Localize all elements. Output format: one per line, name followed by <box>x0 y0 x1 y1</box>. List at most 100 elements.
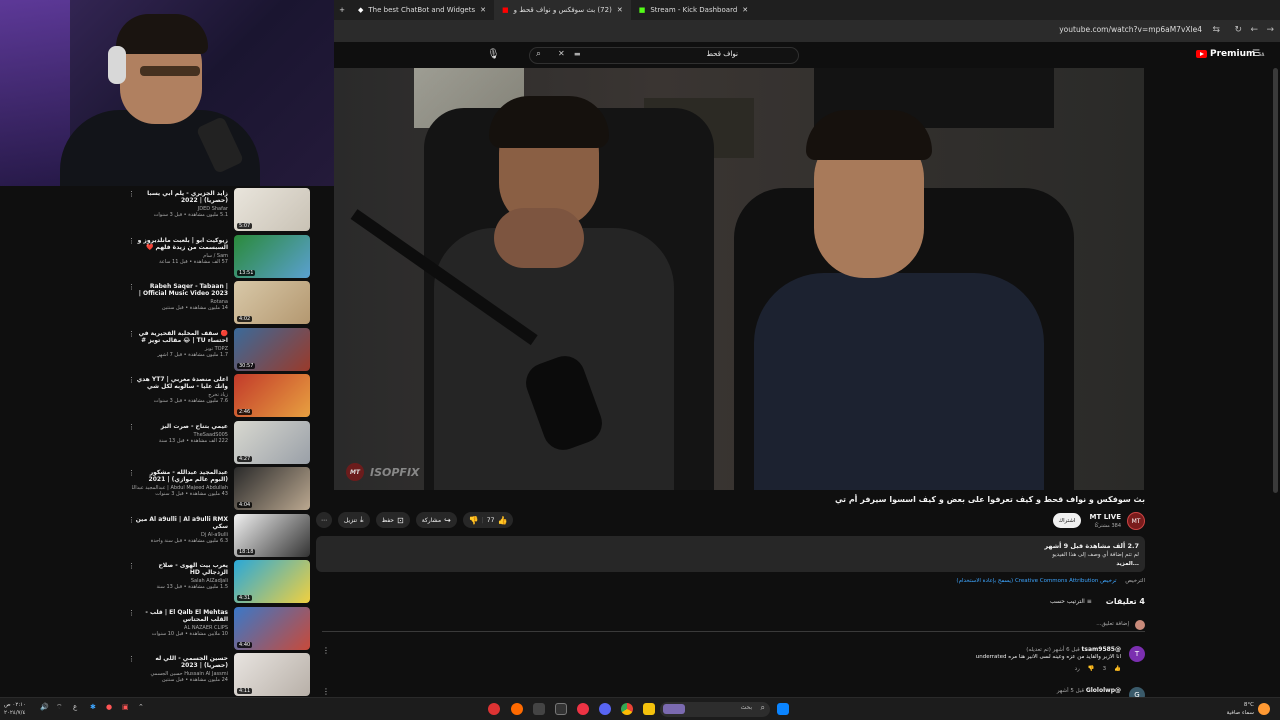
app-icon[interactable] <box>488 703 500 715</box>
recommendation-thumbnail[interactable]: 4:04 <box>234 467 310 510</box>
recommendation-item[interactable]: ⋮ حسين الجسمي - اللي له (حصريا) | 2023 Hus… <box>128 653 312 696</box>
recommendation-title[interactable]: حسين الجسمي - اللي له (حصريا) | 2023 <box>132 655 228 669</box>
tray-expand-icon[interactable]: ⌃ <box>138 703 144 711</box>
url-field[interactable]: youtube.com/watch?v=mp6aM7vXle4 <box>1059 25 1202 34</box>
video-player[interactable]: MT ISOPFIX <box>334 68 1144 490</box>
reply-button[interactable]: رد <box>1075 666 1080 672</box>
recommendation-thumbnail[interactable]: 2:46 <box>234 374 310 417</box>
weather-icon[interactable] <box>1258 703 1270 715</box>
channel-name[interactable]: MT LIVE <box>1090 513 1121 521</box>
recommendation-thumbnail[interactable]: 5:07 <box>234 188 310 231</box>
subscribe-button[interactable]: اشتراك <box>1053 513 1081 528</box>
bluetooth-icon[interactable]: ✱ <box>90 703 96 711</box>
comment-avatar[interactable]: G <box>1129 687 1145 697</box>
recommendation-title[interactable]: عيمي بتناح - صرت البز <box>132 423 228 430</box>
close-icon[interactable]: ✕ <box>742 6 748 14</box>
recommendation-title[interactable]: Al a9ulli | Al a9ulli RMX مين سكي <box>132 516 228 530</box>
recommendation-thumbnail[interactable]: 13:51 <box>234 234 310 278</box>
share-button[interactable]: مشاركة ↪ <box>415 512 457 528</box>
firefox-icon[interactable] <box>511 703 523 715</box>
tab-chatbot[interactable]: ✕ The best ChatBot and Widgets ◆ <box>350 0 494 20</box>
add-comment-field[interactable]: إضافة تعليق... <box>322 620 1145 632</box>
taskbar-search[interactable]: ⌕ بحث <box>660 702 770 717</box>
recommendation-item[interactable]: ⋮ El Qalb El Mehtas | قلب - القلب المحتاس… <box>128 606 312 651</box>
recommendation-item[interactable]: ⋮ Rabeh Saqer - Tabaan | Official Music V… <box>128 281 312 325</box>
recommendation-item[interactable]: ⋮ عبدالمجيد عبدالله - مشكور (البوم عالم م… <box>128 467 312 511</box>
language-indicator[interactable]: ع <box>73 703 77 711</box>
recommendation-item[interactable]: ⋮ زايد الجزيري - يلم أبي يسبا (حصريا) | 2… <box>128 188 312 232</box>
description-box[interactable]: 2.7 ألف مشاهدة قبل 9 أشهر لم تتم إضافة أ… <box>316 536 1145 572</box>
app-icon[interactable] <box>555 703 567 715</box>
capcut-icon[interactable] <box>533 703 545 715</box>
recommendation-item[interactable]: ⋮ 🔴 سقف المخلبة القحيرية في احتساء TU | 😂… <box>128 327 312 372</box>
comment-like-icon[interactable]: 👍 <box>1114 666 1121 672</box>
recommendation-title[interactable]: يعرب بيت الهوى - صلاح الزدجالي HD <box>132 562 228 576</box>
comment-author[interactable]: @tsam9585 <box>1082 646 1121 653</box>
like-icon[interactable]: 👍 <box>497 516 507 525</box>
search-input[interactable]: ⌕ ✕ ▬ نواف قحط <box>529 47 799 64</box>
recommendation-title[interactable]: عبدالمجيد عبدالله - مشكور (البوم عالم مو… <box>132 469 228 483</box>
clock[interactable]: ٠٢:١٠ ص ٢٠٢٤/٧/٤ <box>4 701 26 717</box>
show-more-link[interactable]: ...المزيد <box>1116 561 1139 567</box>
recommendation-thumbnail[interactable]: 4:02 <box>234 281 310 324</box>
comment-avatar[interactable]: T <box>1129 646 1145 662</box>
record-icon[interactable]: ● <box>106 703 112 711</box>
tab-kick[interactable]: ✕ Stream - Kick Dashboard ■ <box>631 0 756 20</box>
recommendation-thumbnail[interactable]: 4:40 <box>234 606 310 650</box>
tray-app-icon[interactable]: ▣ <box>122 703 129 711</box>
comment-author[interactable]: @Glololwp <box>1086 687 1121 694</box>
recommendation-title[interactable]: زيوكيت ابو | بلعبت مانلديروز و السبسمت م… <box>132 237 228 251</box>
close-icon[interactable]: ✕ <box>617 6 623 14</box>
tab-youtube[interactable]: ✕ (72) بث سوفكس و نواف قحط و ■ <box>493 0 631 20</box>
recommendation-item[interactable]: ⋮ اعلى منصدة مغربي | YT7 هدي وانك عليا - … <box>128 374 312 418</box>
save-button[interactable]: حفظ ⊡ <box>375 512 410 528</box>
recommendation-thumbnail[interactable]: 30:57 <box>234 327 310 371</box>
app-icon[interactable] <box>577 703 589 715</box>
file-explorer-icon[interactable] <box>643 703 655 715</box>
chrome-icon[interactable] <box>621 703 633 715</box>
comment-menu-icon[interactable]: ⋮ <box>322 646 330 655</box>
comment-menu-icon[interactable]: ⋮ <box>322 687 330 696</box>
download-button[interactable]: تنزيل ⤓ <box>338 512 370 528</box>
recommendation-title[interactable]: El Qalb El Mehtas | قلب - القلب المحتاس <box>132 609 228 623</box>
site-settings-icon[interactable]: ⇆ <box>1212 25 1220 35</box>
license-link[interactable]: ترخيص Creative Commons Attribution <box>1015 578 1117 584</box>
channel-avatar[interactable]: MT <box>1127 512 1145 530</box>
recommendation-thumbnail[interactable]: 18:18 <box>234 513 310 557</box>
recommendation-thumbnail[interactable]: 4:11 <box>234 653 310 696</box>
license-suffix[interactable]: (يسمح بإعادة الاستخدام) <box>956 578 1013 584</box>
wifi-icon[interactable]: ⌔ <box>56 703 63 712</box>
recommendation-title[interactable]: Rabeh Saqer - Tabaan | Official Music Vi… <box>132 283 228 297</box>
recommendation-title[interactable]: زايد الجزيري - يلم أبي يسبا (حصريا) | 20… <box>132 190 228 204</box>
recommendation-item[interactable]: ⋮ Al a9ulli | Al a9ulli RMX مين سكي Dj Al-… <box>128 513 312 558</box>
forward-icon[interactable]: ← <box>1250 25 1258 35</box>
discord-icon[interactable] <box>599 703 611 715</box>
recommendation-title[interactable]: 🔴 سقف المخلبة القحيرية في احتساء TU | 😂 … <box>132 330 228 344</box>
volume-icon[interactable]: 🔊 <box>40 703 49 711</box>
recommendation-item[interactable]: ⋮ يعرب بيت الهوى - صلاح الزدجالي HD Salah … <box>128 560 312 604</box>
recommendation-title[interactable]: اعلى منصدة مغربي | YT7 هدي وانك عليا - س… <box>132 376 228 390</box>
dislike-icon[interactable]: 👎 <box>469 516 479 525</box>
windows-start-icon[interactable] <box>777 703 789 715</box>
weather-widget[interactable]: 8°C سماء صافية <box>1227 701 1254 717</box>
close-icon[interactable]: ✕ <box>480 6 486 14</box>
comment-dislike-icon[interactable]: 👎 <box>1088 666 1095 672</box>
comment-time[interactable]: قبل 5 أشهر <box>1057 688 1084 694</box>
new-tab-button[interactable]: + <box>334 0 350 20</box>
comment-time[interactable]: قبل 6 أشهر (تم تعديله) <box>1026 647 1080 653</box>
recommendation-thumbnail[interactable]: 4:27 <box>234 420 310 464</box>
reload-icon[interactable]: ↻ <box>1234 25 1242 35</box>
voice-search-icon[interactable]: 🎙 <box>487 49 500 60</box>
back-icon[interactable]: → <box>1266 25 1274 35</box>
menu-icon[interactable]: ☰ <box>1252 49 1260 59</box>
recommendation-item[interactable]: ⋮ عيمي بتناح - صرت البز TheSaadS005 222 ألف… <box>128 420 312 465</box>
clear-icon[interactable]: ✕ <box>558 49 565 58</box>
sort-comments-button[interactable]: ≡ الترتيب حسب <box>1050 598 1092 605</box>
recommendation-info: عيمي بتناح - صرت البز TheSaadS005 222 ألف … <box>132 423 228 444</box>
more-actions-button[interactable]: ⋯ <box>316 512 332 528</box>
recommendation-thumbnail[interactable]: 4:31 <box>234 560 310 603</box>
page-scrollbar[interactable] <box>1273 68 1278 493</box>
keyboard-icon[interactable]: ▬ <box>574 50 581 58</box>
search-icon[interactable]: ⌕ <box>536 49 541 59</box>
recommendation-item[interactable]: ⋮ زيوكيت ابو | بلعبت مانلديروز و السبسمت … <box>128 234 312 279</box>
